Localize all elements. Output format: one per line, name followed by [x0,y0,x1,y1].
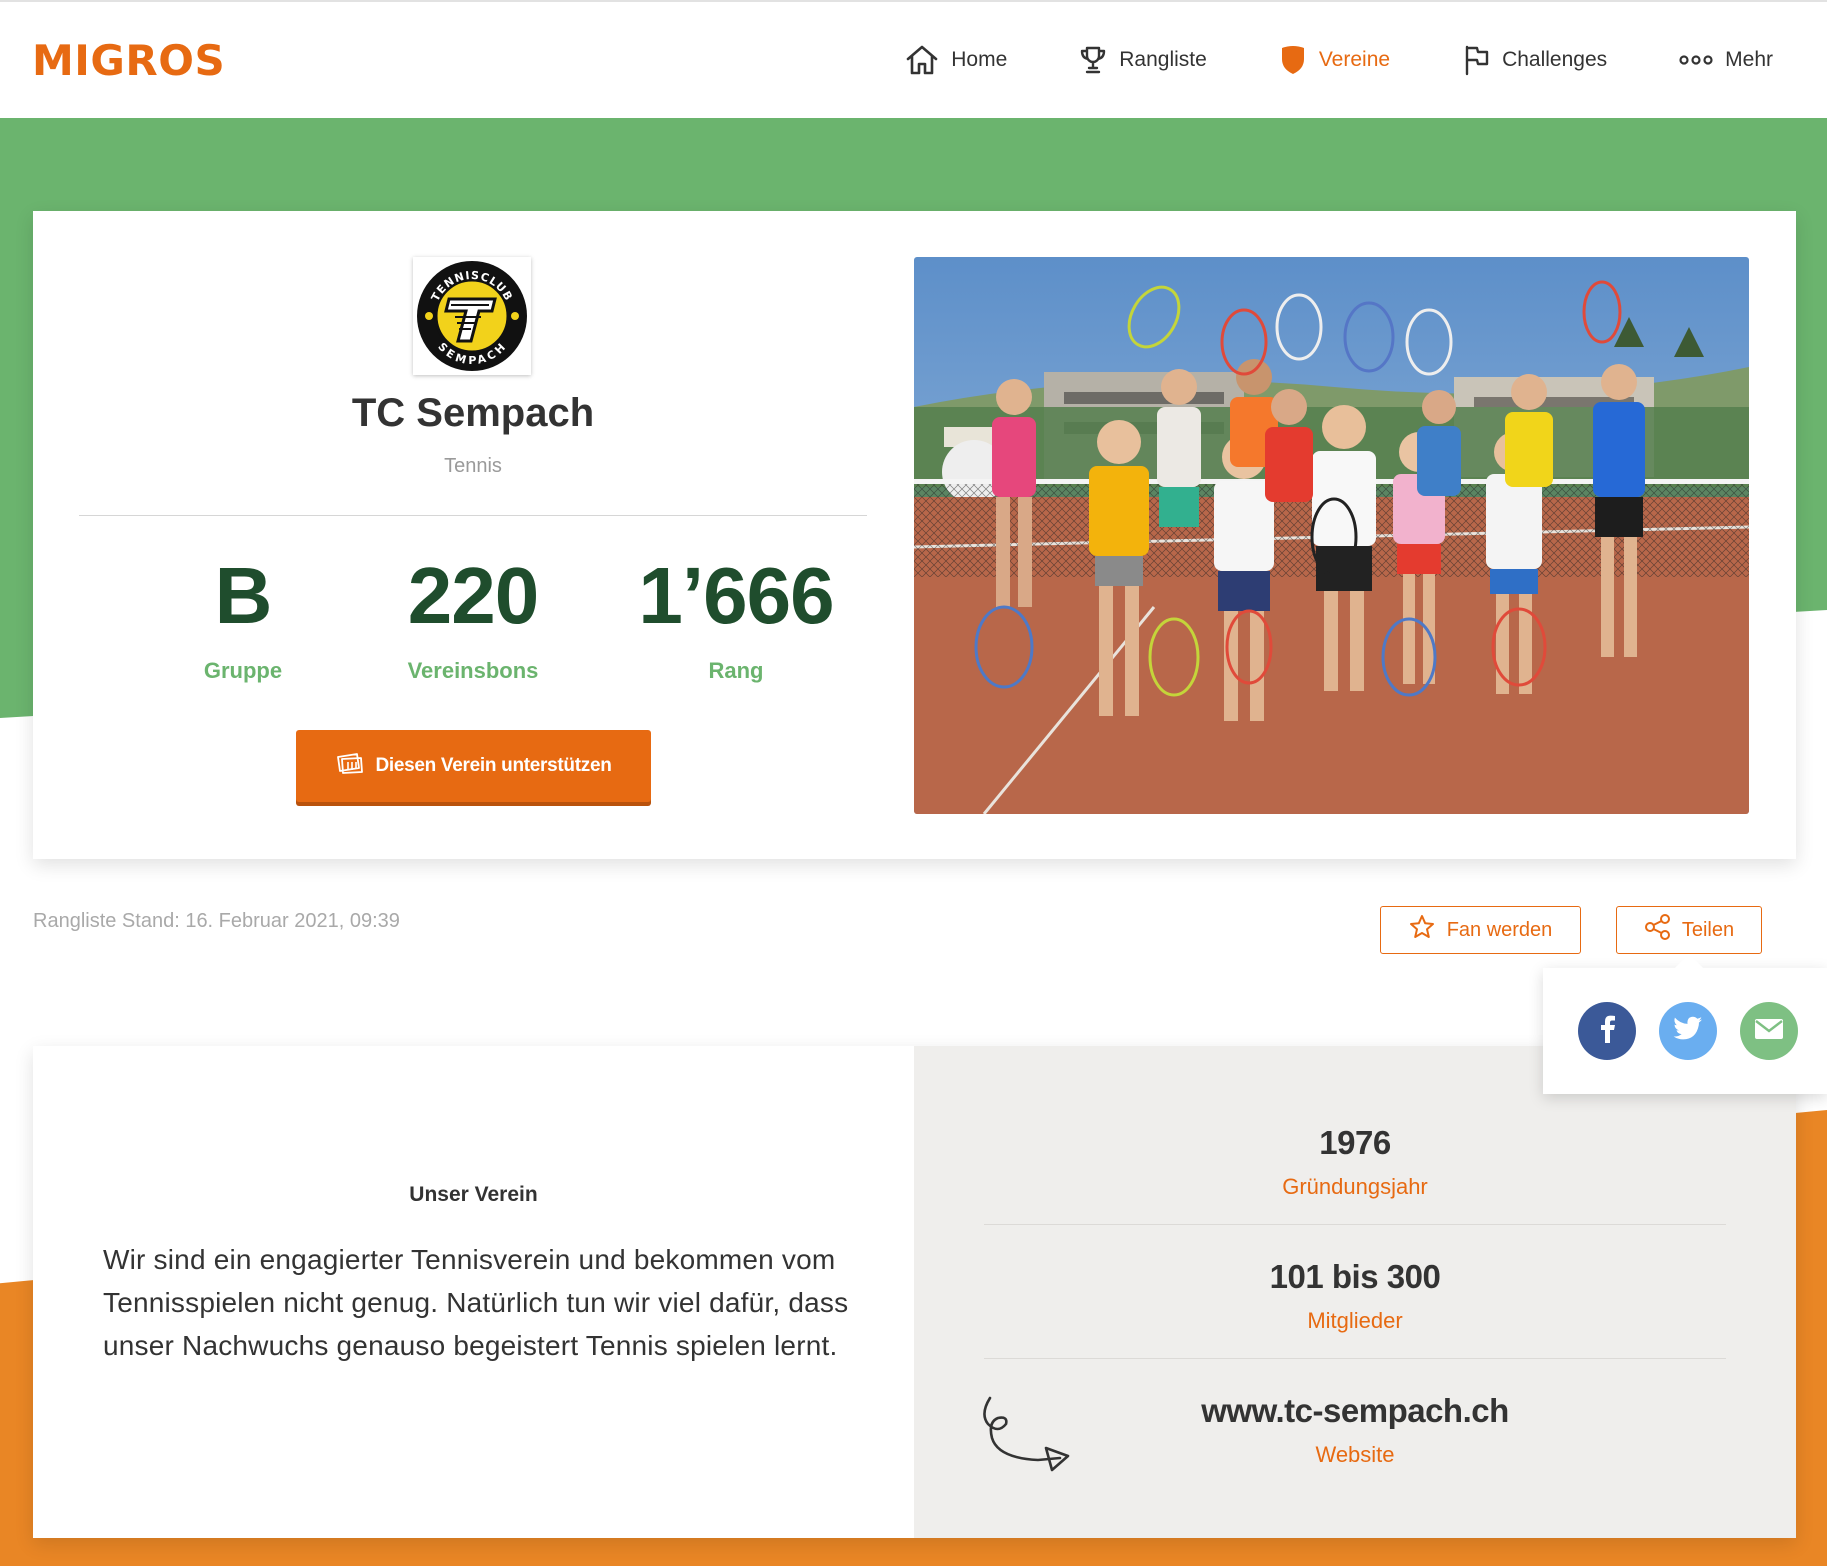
fact-website-label: Website [1315,1442,1395,1467]
share-twitter-button[interactable] [1659,1002,1717,1060]
nav-rangliste[interactable]: Rangliste [1079,45,1207,75]
share-icon [1644,913,1672,947]
twitter-icon [1673,1016,1703,1047]
nav-rangliste-label: Rangliste [1119,48,1207,71]
about-heading: Unser Verein [409,1183,538,1206]
nav-vereine-label: Vereine [1318,48,1391,71]
nav-mehr[interactable]: Mehr [1679,48,1773,72]
fact-members-value: 101 bis 300 [1269,1258,1441,1295]
fact-founding-year: 1976 Gründungsjahr [984,1124,1726,1200]
vouchers-icon [335,751,365,781]
nav-home[interactable]: Home [905,44,1007,76]
fact-members: 101 bis 300 Mitglieder [984,1258,1726,1334]
club-logo: TENNISCLUB SEMPACH [413,257,531,375]
ranking-timestamp: Rangliste Stand: 16. Februar 2021, 09:39 [33,910,400,932]
club-team-photo [914,257,1749,814]
support-club-label: Diesen Verein unterstützen [375,755,612,776]
flag-icon [1462,44,1490,76]
migros-logo[interactable]: MIGROS [32,36,225,85]
share-popover [1543,968,1827,1094]
club-card: TENNISCLUB SEMPACH TC Sempach Tennis B G… [33,211,1796,859]
share-button[interactable]: Teilen [1616,906,1762,954]
become-fan-label: Fan werden [1446,918,1553,941]
fact-founding-year-value: 1976 [1319,1124,1391,1161]
nav-home-label: Home [951,48,1008,71]
star-icon [1409,914,1435,946]
become-fan-button[interactable]: Fan werden [1380,906,1581,954]
nav-mehr-label: Mehr [1725,48,1773,71]
fact-divider [984,1224,1726,1225]
club-name: TC Sempach [351,391,595,435]
share-label: Teilen [1681,918,1735,941]
facebook-icon [1596,1015,1618,1048]
support-club-button[interactable]: Diesen Verein unterstützen [296,730,651,802]
more-dots-icon [1679,54,1713,66]
main-nav: Home Rangliste Vereine Challenges Mehr [905,2,1773,118]
about-section: Unser Verein Wir sind ein engagierter Te… [33,1046,914,1538]
fact-website-value[interactable]: www.tc-sempach.ch [984,1392,1726,1430]
stat-gruppe-label: Gruppe [203,658,283,683]
share-facebook-button[interactable] [1578,1002,1636,1060]
stat-gruppe: B Gruppe [112,556,374,684]
club-info-card: Unser Verein Wir sind ein engagierter Te… [33,1046,1796,1538]
facts-section: 1976 Gründungsjahr 101 bis 300 Mitgliede… [914,1046,1796,1538]
shield-icon [1279,44,1307,76]
fact-website[interactable]: www.tc-sempach.ch Website [984,1392,1726,1468]
nav-challenges-label: Challenges [1502,48,1608,71]
club-sport: Tennis [444,455,502,477]
share-email-button[interactable] [1740,1002,1798,1060]
nav-challenges[interactable]: Challenges [1462,44,1607,76]
card-divider [79,515,867,516]
fact-divider [984,1358,1726,1359]
about-text: Wir sind ein engagierter Tennisverein un… [103,1244,849,1361]
site-header: MIGROS Home Rangliste Vereine Challenges [0,2,1827,118]
fact-members-label: Mitglieder [1307,1308,1403,1333]
email-icon [1754,1018,1784,1045]
stat-vereinsbons: 220 Vereinsbons [342,556,604,684]
stat-rang-label: Rang [708,658,764,683]
stat-rang-value: 1’666 [638,551,834,640]
fact-founding-year-label: Gründungsjahr [1282,1174,1428,1199]
stat-vereinsbons-value: 220 [407,551,539,640]
nav-vereine[interactable]: Vereine [1279,44,1390,76]
stat-gruppe-value: B [214,551,273,640]
trophy-icon [1079,45,1107,75]
home-icon [905,44,939,76]
stat-rang: 1’666 Rang [605,556,867,684]
stat-vereinsbons-label: Vereinsbons [407,658,539,683]
